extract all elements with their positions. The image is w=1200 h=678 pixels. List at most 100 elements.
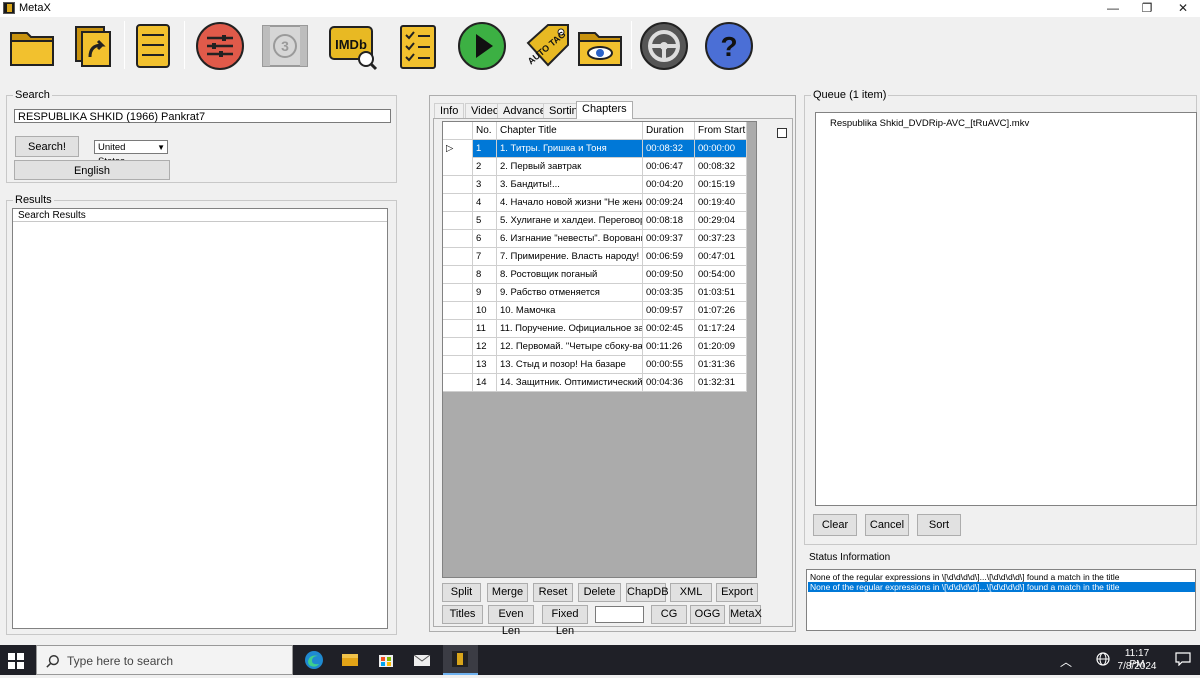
chapter-row[interactable]: ▷ 1 1. Титры. Гришка и Тоня 00:08:32 00:00:0… <box>443 140 747 158</box>
even-len-button[interactable]: Even Len <box>488 605 534 637</box>
chapter-row[interactable]: 13 13. Стыд и позор! На базаре 00:00:55 01:… <box>443 356 747 374</box>
chapter-cell: 11 <box>473 320 497 338</box>
chapter-cell: 00:19:40 <box>695 194 747 212</box>
clear-button[interactable]: Clear <box>813 514 857 536</box>
row-header-cell <box>443 176 473 194</box>
chapter-cell: 01:32:31 <box>695 374 747 392</box>
chapter-row[interactable]: 1111. Поручение. Официальное заяв...00:0… <box>443 320 747 338</box>
chapter-cell: 10. Мамочка <box>497 302 643 320</box>
chapter-cell: 2. Первый завтрак <box>497 158 643 176</box>
chapter-row[interactable]: 44. Начало новой жизни "Не жените...00:0… <box>443 194 747 212</box>
chapter-cell: 00:54:00 <box>695 266 747 284</box>
length-input[interactable] <box>595 606 644 623</box>
file-explorer-icon[interactable] <box>333 645 368 675</box>
fixed-len-button[interactable]: Fixed Len <box>542 605 588 637</box>
chapter-cell: 12 <box>473 338 497 356</box>
chapdb-button[interactable]: ChapDB <box>626 583 669 602</box>
chapter-cell: 00:09:57 <box>643 302 695 320</box>
open-folder-icon[interactable] <box>8 21 58 71</box>
row-pointer-icon: ▷ <box>446 143 454 154</box>
edge-icon[interactable] <box>297 645 332 675</box>
status-line: None of the regular expressions in \[\d\… <box>810 572 1120 582</box>
search-placeholder: Type here to search <box>67 654 174 668</box>
settings-sliders-icon[interactable] <box>195 21 245 71</box>
steering-wheel-icon[interactable] <box>639 21 689 71</box>
maximize-button[interactable]: ❐ <box>1130 0 1164 17</box>
chapter-row[interactable]: 2 2. Первый завтрак 00:06:47 00:08:32 <box>443 158 747 176</box>
merge-button[interactable]: Merge <box>487 583 528 602</box>
toolbar: 3 IMDb AUTO TAG ? <box>0 17 1200 77</box>
results-list[interactable]: Search Results <box>12 208 388 629</box>
country-select[interactable]: United States ▼ <box>94 140 168 167</box>
cancel-button[interactable]: Cancel <box>865 514 909 536</box>
chapters-checkbox[interactable] <box>777 128 787 138</box>
chapter-row[interactable]: 6 6. Изгнание "невесты". Ворованн... 00:09… <box>443 230 747 248</box>
chapter-cell: 00:04:20 <box>643 176 695 194</box>
cg-button[interactable]: CG <box>651 605 687 624</box>
checklist-icon[interactable] <box>393 21 443 71</box>
folder-eye-icon[interactable] <box>576 21 626 71</box>
chapter-cell: 5. Хулигане и халдеи. Переговоры. <box>497 212 643 230</box>
help-icon[interactable]: ? <box>704 21 754 71</box>
notifications-icon[interactable] <box>1175 652 1191 667</box>
row-header-cell <box>443 356 473 374</box>
chapter-cell: 00:00:00 <box>695 140 747 158</box>
titles-button[interactable]: Titles <box>442 605 483 624</box>
reset-button[interactable]: Reset <box>533 583 573 602</box>
chapter-cell: 00:09:50 <box>643 266 695 284</box>
metax-button[interactable]: MetaX <box>729 605 762 624</box>
split-button[interactable]: Split <box>442 583 481 602</box>
chapter-cell: 00:06:47 <box>643 158 695 176</box>
globe-icon[interactable] <box>1096 652 1110 666</box>
taskbar-search[interactable]: Type here to search <box>36 645 293 675</box>
chapter-row[interactable]: 1414. Защитник. Оптимистический ф...00:0… <box>443 374 747 392</box>
ogg-button[interactable]: OGG <box>690 605 725 624</box>
queue-item[interactable]: Respublika Shkid_DVDRip-AVC_[tRuAVC].mkv <box>830 118 1029 129</box>
windows-start-icon[interactable] <box>8 653 24 669</box>
chapters-grid[interactable]: No. Chapter Title Duration From Start ▷ 1 1. Т… <box>442 121 757 578</box>
chapter-row[interactable]: 5 5. Хулигане и халдеи. Переговоры. 00:08:… <box>443 212 747 230</box>
chapter-cell: 14. Защитник. Оптимистический ф... <box>497 374 643 392</box>
chapter-cell: 1. Титры. Гришка и Тоня <box>497 140 643 158</box>
tab-chapters[interactable]: Chapters <box>576 101 633 119</box>
chapter-cell: 2 <box>473 158 497 176</box>
play-icon[interactable] <box>457 21 507 71</box>
minimize-button[interactable]: — <box>1096 0 1130 17</box>
export-button[interactable]: Export <box>716 583 758 602</box>
chevron-up-icon[interactable]: ︿ <box>1060 653 1072 670</box>
language-button[interactable]: English <box>14 160 170 180</box>
chapter-row[interactable]: 9 9. Рабство отменяется 00:03:35 01:03:51 <box>443 284 747 302</box>
app-icon <box>3 2 15 14</box>
film-reel-icon[interactable]: 3 <box>260 21 310 71</box>
delete-button[interactable]: Delete <box>578 583 621 602</box>
queue-list[interactable]: Respublika Shkid_DVDRip-AVC_[tRuAVC].mkv <box>815 112 1197 506</box>
search-button[interactable]: Search! <box>15 136 79 157</box>
metax-app-icon[interactable] <box>443 645 478 675</box>
chapter-cell: 1 <box>473 140 497 158</box>
search-legend: Search <box>13 89 52 101</box>
store-icon[interactable] <box>369 645 404 675</box>
sort-button[interactable]: Sort <box>917 514 961 536</box>
document-icon[interactable] <box>128 21 178 71</box>
status-box[interactable]: None of the regular expressions in \[\d\… <box>806 569 1196 631</box>
mail-icon[interactable] <box>405 645 440 675</box>
search-input[interactable]: RESPUBLIKA SHKID (1966) Pankrat7 <box>14 109 391 123</box>
chapter-cell: 00:11:26 <box>643 338 695 356</box>
close-button[interactable]: ✕ <box>1166 0 1200 17</box>
clock-date[interactable]: 7/8/2024 <box>1116 661 1158 672</box>
chapter-row[interactable]: 7 7. Примирение. Власть народу! 00:06:59 00… <box>443 248 747 266</box>
auto-tag-icon[interactable]: AUTO TAG <box>522 21 572 71</box>
chapter-row[interactable]: 8 8. Ростовщик поганый 00:09:50 00:54:00 <box>443 266 747 284</box>
row-header-cell: ▷ <box>443 140 473 158</box>
chapter-cell: 9. Рабство отменяется <box>497 284 643 302</box>
chapter-row[interactable]: 10 10. Мамочка 00:09:57 01:07:26 <box>443 302 747 320</box>
chapter-cell: 01:17:24 <box>695 320 747 338</box>
chapter-row[interactable]: 12 12. Первомай. "Четыре сбоку-ваш... 00:1… <box>443 338 747 356</box>
chapter-cell: 00:09:37 <box>643 230 695 248</box>
chapter-row[interactable]: 3 3. Бандиты!... 00:04:20 00:15:19 <box>443 176 747 194</box>
open-files-icon[interactable] <box>68 21 118 71</box>
imdb-search-icon[interactable]: IMDb <box>328 21 378 71</box>
xml-button[interactable]: XML <box>670 583 712 602</box>
tab-info[interactable]: Info <box>434 103 465 118</box>
row-header-cell <box>443 248 473 266</box>
